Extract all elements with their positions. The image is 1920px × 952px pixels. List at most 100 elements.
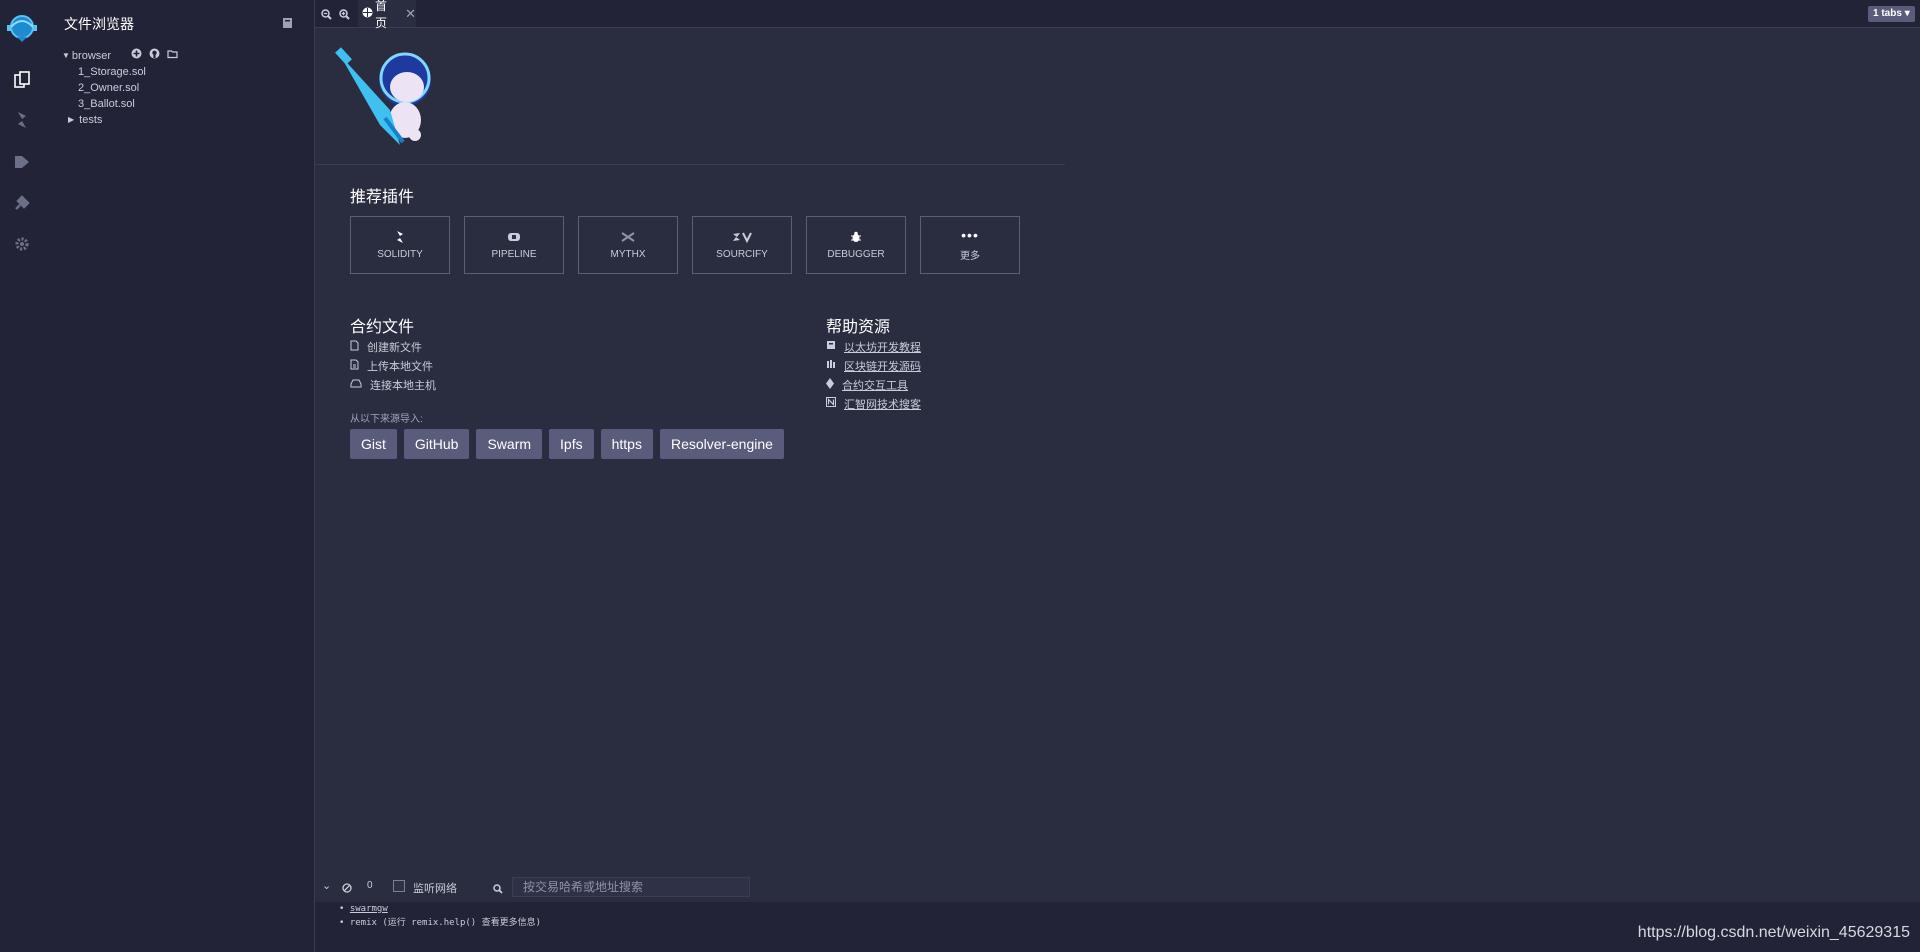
- file-upload-icon: [350, 359, 359, 373]
- tab-home[interactable]: 首页 ✕: [358, 0, 416, 30]
- import-github-button[interactable]: GitHub: [403, 429, 470, 459]
- main-area: 首页 ✕ 1 tabs ▾ 推荐插件 SOLIDITY PIPELINE MYT…: [315, 0, 1920, 952]
- files-section-title: 合约文件: [350, 319, 415, 336]
- hard-drive-icon: [350, 379, 362, 391]
- plugin-more-button[interactable]: ••• 更多: [920, 216, 1020, 274]
- help-link-search[interactable]: 汇智网技术搜客: [826, 394, 921, 413]
- remix-logo-icon[interactable]: [4, 12, 40, 44]
- help-link-source[interactable]: 区块链开发源码: [826, 356, 921, 375]
- featured-plugins-title: 推荐插件: [350, 189, 415, 206]
- tab-bar: 首页 ✕ 1 tabs ▾: [315, 0, 1920, 30]
- workspace-label: browser: [71, 50, 112, 62]
- help-links: 以太坊开发教程 区块链开发源码 合约交互工具 汇智网技术搜客: [826, 337, 921, 413]
- watermark-text: https://blog.csdn.net/weixin_45629315: [1637, 924, 1910, 941]
- section-divider: [315, 164, 1065, 165]
- plugin-pipeline-button[interactable]: PIPELINE: [464, 216, 564, 274]
- plugin-debugger-button[interactable]: DEBUGGER: [806, 216, 906, 274]
- home-tab-icon: [362, 7, 373, 21]
- plugin-label: SOURCIFY: [716, 249, 768, 260]
- bug-icon: [850, 230, 862, 244]
- help-link-tools[interactable]: 合约交互工具: [826, 375, 921, 394]
- chevron-down-icon: ▾: [1904, 8, 1910, 19]
- tx-search-input[interactable]: [512, 877, 750, 897]
- help-link-tutorial[interactable]: 以太坊开发教程: [826, 337, 921, 356]
- workspace-row[interactable]: ▼ browser: [62, 48, 179, 64]
- plugin-sourcify-button[interactable]: SOURCIFY: [692, 216, 792, 274]
- file-icon: [350, 340, 359, 354]
- action-label: 上传本地文件: [367, 360, 433, 373]
- zoom-out-icon[interactable]: [321, 7, 332, 25]
- terminal-line: • swarmgw: [339, 904, 388, 914]
- open-folder-icon[interactable]: [167, 48, 179, 64]
- listen-network-checkbox[interactable]: [393, 880, 405, 892]
- plugin-solidity-button[interactable]: SOLIDITY: [350, 216, 450, 274]
- search-engine-icon: [826, 397, 836, 410]
- terminal-line: • remix (运行 remix.help() 查看更多信息): [339, 918, 542, 928]
- docs-book-icon[interactable]: [282, 16, 293, 34]
- featured-plugins: SOLIDITY PIPELINE MYTHX SOURCIFY DEBUGGE…: [350, 216, 1020, 274]
- plugin-manager-icon[interactable]: [10, 191, 34, 215]
- terminal-collapse-icon[interactable]: ⌄: [322, 879, 331, 892]
- mythx-icon: [621, 230, 635, 244]
- tab-label: 首页: [375, 0, 388, 30]
- upload-file-link[interactable]: 上传本地文件: [350, 356, 436, 375]
- github-icon[interactable]: [149, 48, 160, 64]
- import-https-button[interactable]: https: [600, 429, 653, 459]
- book-icon: [826, 340, 836, 353]
- files-actions: 创建新文件 上传本地文件 连接本地主机: [350, 337, 436, 394]
- terminal-line-text: remix (运行 remix.help() 查看更多信息): [349, 918, 542, 928]
- plugin-label: SOLIDITY: [377, 249, 423, 260]
- action-label: 创建新文件: [367, 341, 422, 354]
- terminal-line-text: swarmgw: [349, 904, 388, 914]
- listen-network-label: 监听网络: [413, 883, 457, 895]
- clear-console-icon[interactable]: [342, 880, 352, 898]
- new-file-link[interactable]: 创建新文件: [350, 337, 436, 356]
- settings-gear-icon[interactable]: [10, 232, 34, 256]
- file-item[interactable]: 3_Ballot.sol: [62, 96, 179, 112]
- pipeline-icon: [507, 230, 521, 244]
- file-item[interactable]: 1_Storage.sol: [62, 64, 179, 80]
- panel-title: 文件浏览器: [64, 16, 134, 32]
- import-label: 从以下来源导入:: [350, 414, 423, 425]
- hero-mascot-image: [335, 40, 450, 160]
- sourcify-icon: [732, 230, 752, 244]
- file-explorer-panel: 文件浏览器 ▼ browser 1_Storage.sol 2_Owner.so…: [44, 0, 315, 952]
- search-icon: [493, 881, 503, 899]
- more-dots-icon: •••: [961, 227, 979, 243]
- file-item[interactable]: 2_Owner.sol: [62, 80, 179, 96]
- folder-item[interactable]: ▶ tests: [62, 112, 179, 128]
- pending-tx-count: 0: [367, 880, 373, 891]
- deploy-run-icon[interactable]: [10, 150, 34, 174]
- help-section-title: 帮助资源: [826, 319, 891, 336]
- tabs-dropdown[interactable]: 1 tabs ▾: [1868, 6, 1915, 22]
- plugin-label: PIPELINE: [491, 249, 537, 260]
- help-link-label[interactable]: 以太坊开发教程: [844, 339, 921, 355]
- ethereum-icon: [826, 377, 834, 392]
- import-swarm-button[interactable]: Swarm: [476, 429, 543, 459]
- solidity-icon: [395, 230, 405, 244]
- import-gist-button[interactable]: Gist: [350, 429, 397, 459]
- plugin-mythx-button[interactable]: MYTHX: [578, 216, 678, 274]
- caret-right-icon: ▶: [68, 115, 75, 124]
- solidity-compiler-icon[interactable]: [10, 108, 34, 132]
- blocks-icon: [826, 359, 836, 372]
- import-buttons: Gist GitHub Swarm Ipfs https Resolver-en…: [350, 429, 784, 459]
- tabs-count-label: 1 tabs: [1873, 8, 1902, 19]
- import-resolver-engine-button[interactable]: Resolver-engine: [659, 429, 784, 459]
- plugin-label: DEBUGGER: [827, 249, 885, 260]
- file-explorer-icon[interactable]: [10, 68, 34, 92]
- plugin-label: MYTHX: [610, 249, 646, 260]
- caret-down-icon: ▼: [62, 51, 70, 60]
- add-file-icon[interactable]: [131, 48, 142, 64]
- import-ipfs-button[interactable]: Ipfs: [549, 429, 594, 459]
- folder-label: tests: [79, 114, 103, 126]
- help-link-label[interactable]: 区块链开发源码: [844, 358, 921, 374]
- help-link-label[interactable]: 合约交互工具: [842, 377, 908, 393]
- zoom-in-icon[interactable]: [339, 7, 350, 25]
- file-tree: ▼ browser 1_Storage.sol 2_Owner.sol 3_Ba…: [62, 48, 179, 128]
- connect-localhost-link[interactable]: 连接本地主机: [350, 375, 436, 394]
- plugin-label: 更多: [960, 251, 980, 262]
- help-link-label[interactable]: 汇智网技术搜客: [844, 396, 921, 412]
- icon-panel: [0, 0, 45, 952]
- close-icon[interactable]: ✕: [405, 6, 416, 22]
